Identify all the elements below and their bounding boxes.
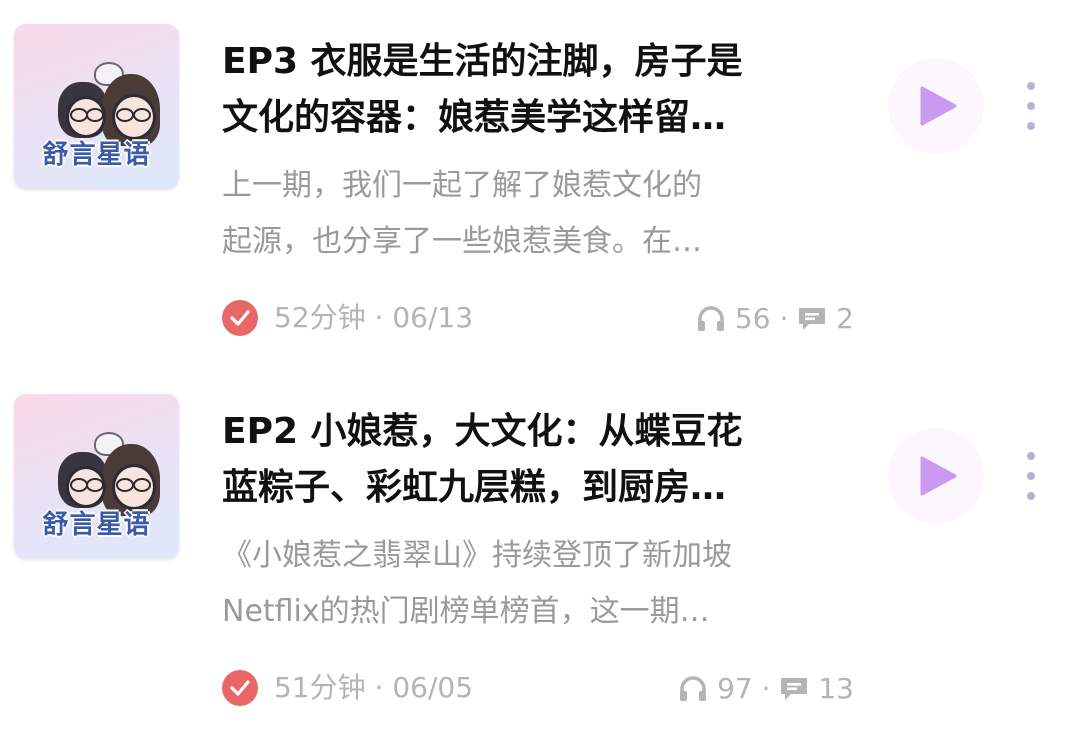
more-options-button[interactable] (1016, 448, 1046, 504)
play-icon (920, 456, 957, 496)
episode-title-line: EP2 小娘惹，大文化：从蝶豆花 (222, 411, 743, 452)
more-vertical-icon (1027, 492, 1035, 500)
episode-meta: 52分钟 · 06/13 56 · 2 (222, 298, 862, 338)
episode-title[interactable]: EP3 衣服是生活的注脚，房子是 文化的容器：娘惹美学这样留… (222, 34, 842, 146)
episode-description-line: 起源，也分享了一些娘惹美食。在… (222, 224, 702, 259)
listen-count: 97 (717, 672, 753, 705)
glasses-icon (86, 478, 104, 492)
episode-description-line: 《小娘惹之翡翠山》持续登顶了新加坡 (222, 538, 732, 573)
separator-dot: · (761, 672, 771, 705)
separator-dot: · (779, 302, 789, 335)
play-button[interactable] (888, 58, 984, 154)
glasses-icon (116, 108, 134, 122)
more-vertical-icon (1027, 102, 1035, 110)
glasses-icon (116, 478, 134, 492)
play-icon (920, 86, 957, 126)
episode-meta: 51分钟 · 06/05 97 · 13 (222, 668, 862, 708)
comment-count: 13 (818, 672, 854, 705)
more-vertical-icon (1027, 82, 1035, 90)
podcast-cover[interactable]: 舒言星语 (14, 24, 179, 189)
duration-date: 52分钟 · 06/13 (274, 301, 474, 334)
more-options-button[interactable] (1016, 78, 1046, 134)
more-vertical-icon (1027, 452, 1035, 460)
check-circle-icon (222, 670, 258, 706)
headphones-icon (680, 676, 707, 701)
podcast-cover[interactable]: 舒言星语 (14, 394, 179, 559)
episode-title-line: 蓝粽子、彩虹九层糕，到厨房… (222, 467, 727, 508)
check-circle-icon (222, 300, 258, 336)
listen-count: 56 (734, 302, 771, 335)
episode-item[interactable]: 舒言星语 EP2 小娘惹，大文化：从蝶豆花 蓝粽子、彩虹九层糕，到厨房… 《小娘… (0, 370, 1080, 732)
episode-title-line: EP3 衣服是生活的注脚，房子是 (222, 41, 743, 82)
episode-description: 《小娘惹之翡翠山》持续登顶了新加坡 Netflix的热门剧榜单榜首，这一期… (222, 528, 842, 640)
comment-count: 2 (836, 302, 854, 335)
play-button[interactable] (888, 428, 984, 524)
headphones-icon (698, 306, 724, 331)
glasses-icon (133, 108, 151, 122)
more-vertical-icon (1027, 472, 1035, 480)
more-vertical-icon (1027, 122, 1035, 130)
episode-description-line: 上一期，我们一起了解了娘惹文化的 (222, 168, 702, 203)
comment-icon (799, 308, 826, 330)
cover-logo-text: 舒言星语 (42, 140, 151, 170)
episode-item[interactable]: 舒言星语 EP3 衣服是生活的注脚，房子是 文化的容器：娘惹美学这样留… 上一期… (0, 0, 1080, 362)
episode-title[interactable]: EP2 小娘惹，大文化：从蝶豆花 蓝粽子、彩虹九层糕，到厨房… (222, 404, 842, 516)
episode-stats: 97 · 13 (678, 668, 854, 709)
episode-description: 上一期，我们一起了解了娘惹文化的 起源，也分享了一些娘惹美食。在… (222, 158, 842, 270)
episode-description-line: Netflix的热门剧榜单榜首，这一期… (222, 594, 710, 629)
glasses-icon (86, 108, 104, 122)
glasses-icon (133, 478, 151, 492)
cover-logo-text: 舒言星语 (42, 510, 151, 540)
duration-date: 51分钟 · 06/05 (274, 671, 474, 704)
episode-title-line: 文化的容器：娘惹美学这样留… (222, 97, 727, 138)
comment-icon (781, 678, 808, 700)
episode-stats: 56 · 2 (696, 298, 854, 339)
